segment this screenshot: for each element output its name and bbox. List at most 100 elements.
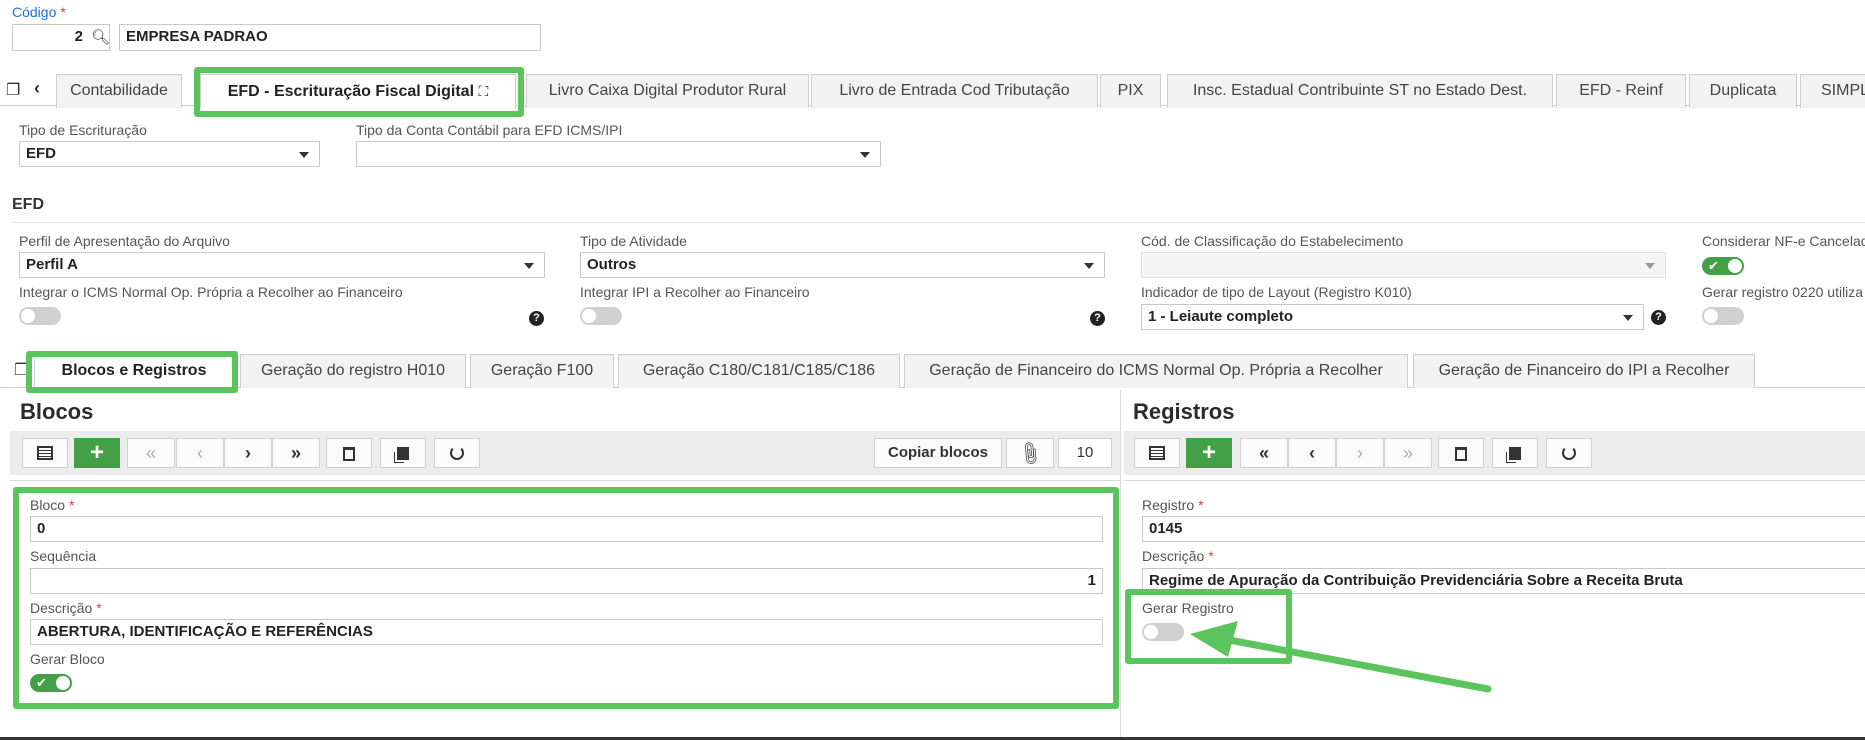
search-icon[interactable]: 🔍︎ (91, 28, 110, 46)
next-page-button[interactable]: › (224, 438, 272, 468)
help-icon[interactable]: ? (529, 311, 544, 326)
copiar-blocos-button[interactable]: Copiar blocos (874, 438, 1002, 468)
double-chevron-left-icon: « (1258, 443, 1269, 463)
help-icon[interactable]: ? (1651, 310, 1666, 325)
gerar-bloco-label: Gerar Bloco (30, 651, 105, 667)
add-button[interactable]: + (1186, 438, 1232, 468)
prev-page-button[interactable]: ‹ (176, 438, 224, 468)
toggle-knob (21, 309, 35, 323)
tab-pix[interactable]: PIX (1100, 74, 1161, 108)
toggle-knob (56, 676, 70, 690)
gerar-0220-toggle[interactable] (1702, 307, 1744, 325)
chevron-right-icon: › (1357, 443, 1363, 463)
duplicate-button[interactable] (380, 438, 426, 468)
registro-descricao-input[interactable]: Regime de Apuração da Contribuição Previ… (1142, 568, 1865, 594)
tab-financeiro-ipi[interactable]: Geração de Financeiro do IPI a Recolher (1413, 354, 1755, 388)
tab-financeiro-icms[interactable]: Geração de Financeiro do ICMS Normal Op.… (904, 354, 1408, 388)
help-icon[interactable]: ? (1090, 311, 1105, 326)
plus-icon: + (1201, 439, 1216, 466)
tab-livro-entrada[interactable]: Livro de Entrada Cod Tributação (811, 74, 1098, 108)
tipo-escrituracao-label: Tipo de Escrituração (19, 122, 147, 138)
next-page-button[interactable]: › (1336, 438, 1384, 468)
section-divider (12, 222, 1865, 223)
first-page-button[interactable]: « (1240, 438, 1288, 468)
perfil-value: Perfil A (26, 256, 78, 273)
refresh-button[interactable] (1546, 438, 1592, 468)
cod-class-select[interactable] (1141, 252, 1666, 278)
first-page-button[interactable]: « (127, 438, 175, 468)
considerar-label: Considerar NF-e Cancelad (1702, 233, 1865, 249)
delete-button[interactable] (326, 438, 372, 468)
expand-icon[interactable]: ⛶ (478, 83, 488, 99)
code-value: 2 (74, 28, 83, 45)
last-page-button[interactable]: » (1384, 438, 1432, 468)
main-tab-bar: Contabilidade EFD - Escrituração Fiscal … (0, 74, 1865, 108)
arrow-head (1190, 621, 1238, 657)
grid-icon (1149, 446, 1165, 460)
tab-livro-caixa[interactable]: Livro Caixa Digital Produtor Rural (526, 74, 809, 108)
indicador-select[interactable]: 1 - Leiaute completo (1141, 304, 1644, 330)
trash-icon (343, 447, 355, 461)
company-name-value: EMPRESA PADRAO (126, 28, 268, 45)
sequencia-input[interactable]: 1 (30, 568, 1103, 594)
attach-button[interactable]: 📎︎ (1006, 438, 1054, 468)
toggle-knob (582, 309, 596, 323)
registros-title: Registros (1133, 399, 1235, 424)
bloco-descricao-input[interactable]: ABERTURA, IDENTIFICAÇÃO E REFERÊNCIAS (30, 619, 1103, 645)
refresh-icon (1562, 446, 1576, 460)
bloco-descricao-value: ABERTURA, IDENTIFICAÇÃO E REFERÊNCIAS (37, 623, 373, 640)
last-page-button[interactable]: » (272, 438, 320, 468)
chevron-down-icon (524, 263, 534, 269)
arrow-shaft (1220, 635, 1492, 693)
page-size-select[interactable]: 10 (1058, 438, 1112, 468)
tab-blocos-registros[interactable]: Blocos e Registros (34, 354, 234, 388)
grid-view-button[interactable] (1134, 438, 1180, 468)
bloco-input[interactable]: 0 (30, 516, 1103, 542)
gerar-registro-toggle[interactable] (1142, 623, 1184, 641)
blocos-title: Blocos (20, 399, 94, 424)
indicador-label: Indicador de tipo de Layout (Registro K0… (1141, 284, 1412, 300)
grid-view-button[interactable] (22, 438, 68, 468)
tab-insc-estadual[interactable]: Insc. Estadual Contribuinte ST no Estado… (1167, 74, 1553, 108)
sequencia-value: 1 (1087, 572, 1096, 589)
tab-geracao-h010[interactable]: Geração do registro H010 (240, 354, 466, 388)
tipo-conta-select[interactable] (356, 141, 881, 167)
paperclip-icon: 📎︎ (1015, 439, 1045, 468)
chevron-left-icon: ‹ (1309, 443, 1315, 463)
tipo-atividade-value: Outros (587, 256, 637, 273)
toggle-knob (1144, 625, 1158, 639)
considerar-toggle[interactable]: ✔ (1702, 257, 1744, 275)
bloco-descricao-label: Descrição * (30, 600, 102, 616)
page-size-value: 10 (1076, 444, 1094, 461)
gerar-bloco-toggle[interactable]: ✔ (30, 674, 72, 692)
indicador-value: 1 - Leiaute completo (1148, 308, 1294, 325)
cod-class-label: Cód. de Classificação do Estabelecimento (1141, 233, 1404, 249)
tipo-atividade-select[interactable]: Outros (580, 252, 1105, 278)
tab-efd-reinf[interactable]: EFD - Reinf (1556, 74, 1686, 108)
tab-geracao-c180[interactable]: Geração C180/C181/C185/C186 (618, 354, 900, 388)
registro-input[interactable]: 0145 (1142, 516, 1865, 542)
tab-simpl[interactable]: SIMPL (1800, 74, 1865, 108)
toggle-knob (1704, 309, 1718, 323)
tab-duplicata[interactable]: Duplicata (1689, 74, 1797, 108)
tipo-escrituracao-select[interactable]: EFD (19, 141, 320, 167)
check-icon: ✔ (36, 675, 47, 690)
registro-label: Registro * (1142, 497, 1204, 513)
chevron-down-icon (1084, 263, 1094, 269)
trash-icon (1455, 447, 1467, 461)
tab-geracao-f100[interactable]: Geração F100 (470, 354, 614, 388)
chevron-down-icon (860, 152, 870, 158)
refresh-button[interactable] (434, 438, 480, 468)
delete-button[interactable] (1438, 438, 1484, 468)
integrar-ipi-toggle[interactable] (580, 307, 622, 325)
add-button[interactable]: + (74, 438, 120, 468)
prev-page-button[interactable]: ‹ (1288, 438, 1336, 468)
integrar-icms-toggle[interactable] (19, 307, 61, 325)
tab-efd[interactable]: EFD - Escrituração Fiscal Digital ⛶ (200, 74, 516, 108)
perfil-select[interactable]: Perfil A (19, 252, 545, 278)
gerar-0220-label: Gerar registro 0220 utiliza (1702, 284, 1864, 300)
tipo-escrituracao-value: EFD (26, 145, 56, 162)
tab-contabilidade[interactable]: Contabilidade (56, 74, 182, 108)
duplicate-button[interactable] (1492, 438, 1538, 468)
toolbar-divider (1124, 480, 1865, 481)
